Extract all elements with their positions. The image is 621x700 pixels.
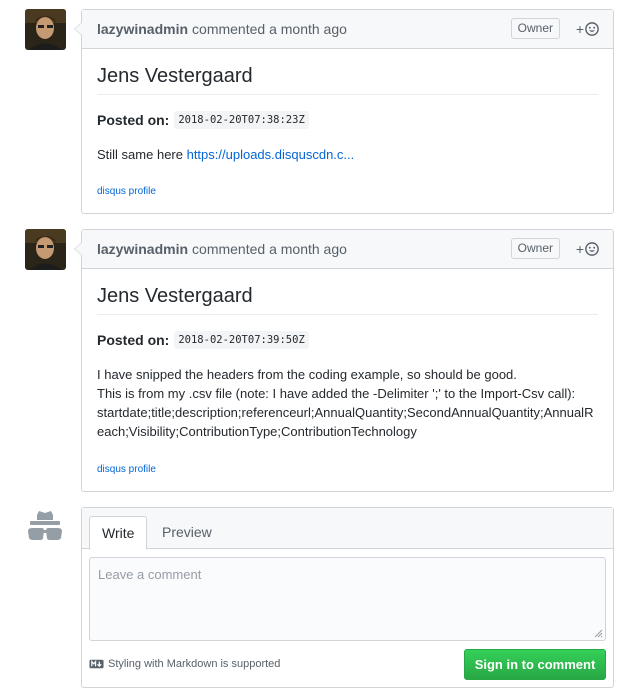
comment-header: lazywinadmin commented a month ago Owner… [82, 10, 613, 49]
comment-body: Jens Vestergaard Posted on: 2018-02-20T0… [82, 49, 613, 212]
comment-body: Jens Vestergaard Posted on: 2018-02-20T0… [82, 269, 613, 490]
owner-badge: Owner [510, 238, 560, 259]
comment-line: This is from my .csv file (note: I have … [97, 386, 576, 401]
comment-title: Jens Vestergaard [97, 65, 598, 95]
textarea-placeholder: Leave a comment [98, 567, 202, 582]
add-reaction-button[interactable]: + [576, 19, 599, 39]
posted-label: Posted on: [97, 112, 170, 128]
plus-label: + [575, 241, 584, 257]
comment-text: I have snipped the headers from the codi… [97, 365, 598, 441]
posted-timestamp: 2018-02-20T07:38:23Z [174, 111, 309, 129]
tab-write[interactable]: Write [89, 516, 148, 550]
comment: lazywinadmin commented a month ago Owner… [74, 229, 614, 492]
markdown-note-text: Styling with Markdown is supported [108, 658, 281, 670]
anonymous-avatar-icon [25, 509, 65, 549]
comment-editor: Write Preview Leave a comment Styling wi… [81, 507, 614, 688]
comment-author[interactable]: lazywinadmin [97, 21, 188, 37]
comment-timestamp[interactable]: commented a month ago [192, 241, 347, 257]
smiley-icon [585, 22, 599, 36]
upload-link[interactable]: https://uploads.disquscdn.c... [187, 147, 355, 162]
comment: lazywinadmin commented a month ago Owner… [74, 9, 614, 214]
smiley-icon [585, 242, 599, 256]
disqus-profile-link[interactable]: disqus profile [97, 464, 156, 475]
comment-textarea[interactable]: Leave a comment [89, 557, 606, 641]
comment-header: lazywinadmin commented a month ago Owner… [82, 230, 613, 269]
resize-handle-icon[interactable] [594, 629, 603, 638]
comment-text: Still same here https://uploads.disquscd… [97, 145, 598, 164]
owner-badge: Owner [510, 18, 560, 39]
posted-on: Posted on: 2018-02-20T07:38:23Z [97, 111, 598, 129]
editor-tabs: Write Preview [82, 508, 613, 550]
comment-title: Jens Vestergaard [97, 285, 598, 315]
markdown-note[interactable]: Styling with Markdown is supported [89, 658, 280, 670]
tab-preview[interactable]: Preview [150, 516, 224, 550]
avatar[interactable] [25, 229, 66, 270]
comment-line: I have snipped the headers from the codi… [97, 367, 517, 382]
comment-author[interactable]: lazywinadmin [97, 241, 188, 257]
plus-label: + [575, 21, 584, 37]
disqus-profile-link[interactable]: disqus profile [97, 186, 156, 197]
comment-line: each;Visibility;ContributionType;Contrib… [97, 424, 417, 439]
add-reaction-button[interactable]: + [576, 239, 599, 259]
comment-timestamp[interactable]: commented a month ago [192, 21, 347, 37]
comment-line: startdate;title;description;referenceurl… [97, 405, 594, 420]
posted-label: Posted on: [97, 332, 170, 348]
avatar[interactable] [25, 9, 66, 50]
markdown-icon [89, 659, 104, 669]
sign-in-button[interactable]: Sign in to comment [464, 649, 606, 680]
posted-on: Posted on: 2018-02-20T07:39:50Z [97, 331, 598, 349]
posted-timestamp: 2018-02-20T07:39:50Z [174, 331, 309, 349]
comment-text-prefix: Still same here [97, 147, 187, 162]
